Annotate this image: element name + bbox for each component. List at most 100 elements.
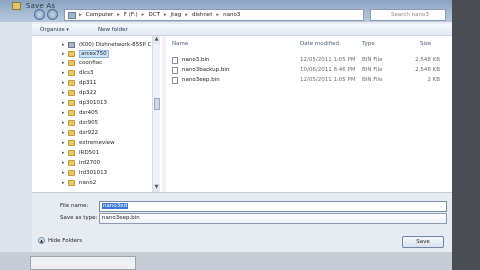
folder-icon (68, 180, 75, 186)
nav-item[interactable]: ▸ dp322 (62, 89, 96, 97)
nav-item[interactable]: ▸ dlcs3 (62, 69, 93, 77)
file-type: BIN File (362, 57, 383, 63)
expand-icon[interactable]: ▸ (62, 100, 65, 106)
new-folder-button[interactable]: New folder (98, 27, 128, 33)
nav-item[interactable]: ▸ extremeview (62, 139, 115, 147)
file-icon (172, 67, 178, 74)
expand-icon[interactable]: ▸ (62, 110, 65, 116)
expand-icon[interactable]: ▸ (62, 130, 65, 136)
drive-icon (68, 42, 75, 48)
expand-icon[interactable]: ▸ (62, 170, 65, 176)
scroll-thumb[interactable] (154, 98, 160, 110)
nav-item[interactable]: ▸ ird2700 (62, 159, 100, 167)
hide-folders-button[interactable]: ▲ Hide Folders (38, 237, 82, 244)
file-row[interactable]: nano3backup.bin 10/06/2011 8:46 PM BIN F… (172, 66, 446, 75)
folder-icon (68, 120, 75, 126)
file-date: 12/05/2011 1:05 PM (300, 57, 356, 63)
nav-item[interactable]: ▸ ird301013 (62, 169, 107, 177)
expand-icon[interactable]: ▸ (62, 140, 65, 146)
file-row[interactable]: nano3eep.bin 12/05/2011 1:05 PM BIN File… (172, 76, 446, 85)
expand-icon[interactable]: ▸ (62, 42, 65, 48)
hide-folders-label: Hide Folders (48, 237, 83, 244)
expand-icon[interactable]: ▸ (62, 90, 65, 96)
saveas-label: Save as type: (60, 215, 98, 221)
folder-icon (68, 90, 75, 96)
file-row[interactable]: nano3.bin 12/05/2011 1:05 PM BIN File 2,… (172, 56, 446, 65)
chevron-up-icon: ▲ (38, 237, 45, 244)
filename-input[interactable]: nano3ed (99, 201, 447, 212)
file-size: 2 KB (427, 77, 440, 83)
folder-icon (68, 160, 75, 166)
organize-button[interactable]: Organize (40, 27, 69, 33)
expand-icon[interactable]: ▸ (62, 180, 65, 186)
nav-item[interactable]: ▸ arcex750 (62, 50, 109, 58)
breadcrumb-segment[interactable]: jtag (171, 12, 182, 18)
column-header-size[interactable]: Size (420, 41, 431, 47)
breadcrumb-segment[interactable]: DCT (148, 12, 159, 18)
nav-item[interactable]: ▸ (K00) Dishnetwork-855P CP (62, 41, 155, 49)
background-window (0, 252, 452, 270)
file-name: nano3eep.bin (182, 77, 220, 83)
folder-icon (68, 51, 75, 57)
folder-icon (68, 100, 75, 106)
dialog-body: ▸ (K00) Dishnetwork-855P CP ▸ arcex750 ▸ co… (32, 36, 452, 192)
nav-item[interactable]: ▸ dp311 (62, 79, 96, 87)
navigation-pane: ▸ (K00) Dishnetwork-855P CP ▸ arcex750 ▸ co… (32, 36, 162, 192)
file-size: 2,548 KB (415, 67, 440, 73)
folder-icon (68, 140, 75, 146)
window-frame-left (0, 22, 32, 252)
expand-icon[interactable]: ▸ (62, 150, 65, 156)
column-header-name[interactable]: Name (172, 41, 188, 47)
expand-icon[interactable]: ▸ (62, 70, 65, 76)
breadcrumb-segment[interactable]: nano3 (223, 12, 240, 18)
filename-value: nano3ed (102, 203, 129, 209)
folder-icon (68, 110, 75, 116)
expand-icon[interactable]: ▸ (62, 51, 65, 57)
search-input[interactable]: Search nano3 (370, 9, 446, 21)
nav-item[interactable]: ▸ dsr905 (62, 119, 98, 127)
column-header-type[interactable]: Type (362, 41, 375, 47)
expand-icon[interactable]: ▸ (62, 160, 65, 166)
address-row: ▸ Computer ▸ F (F:) ▸ DCT ▸ jtag ▸ dishn… (0, 8, 452, 22)
file-name: nano3.bin (182, 57, 210, 63)
save-button[interactable]: Save (402, 236, 444, 248)
nav-item[interactable]: ▸ dsr405 (62, 109, 98, 117)
folder-icon (68, 150, 75, 156)
save-form: File name: nano3ed Save as type: nano3ee… (32, 192, 452, 252)
nav-item[interactable]: ▸ dsr922 (62, 129, 98, 137)
nav-item[interactable]: ▸ dp301013 (62, 99, 107, 107)
background-window-edge (30, 256, 136, 270)
nav-item[interactable]: ▸ IRD501 (62, 149, 99, 157)
address-bar[interactable]: ▸ Computer ▸ F (F:) ▸ DCT ▸ jtag ▸ dishn… (64, 9, 364, 21)
file-type: BIN File (362, 67, 383, 73)
folder-icon (68, 130, 75, 136)
column-header-date[interactable]: Date modified (300, 41, 339, 47)
file-type: BIN File (362, 77, 383, 83)
folder-icon (68, 170, 75, 176)
folder-icon (68, 60, 75, 66)
computer-icon (68, 12, 76, 19)
folder-icon (68, 80, 75, 86)
expand-icon[interactable]: ▸ (62, 60, 65, 66)
breadcrumb-segment[interactable]: F (F:) (124, 12, 138, 18)
scroll-down-icon[interactable]: ▼ (153, 184, 160, 192)
saveas-select[interactable]: nano3eep.bin (99, 213, 447, 224)
scroll-up-icon[interactable]: ▲ (153, 36, 160, 44)
nav-scrollbar[interactable]: ▲ ▼ (152, 36, 160, 192)
nav-item[interactable]: ▸ nano2 (62, 179, 96, 187)
filename-label: File name: (60, 203, 89, 209)
breadcrumb-segment[interactable]: dishnet (192, 12, 212, 18)
file-date: 10/06/2011 8:46 PM (300, 67, 356, 73)
expand-icon[interactable]: ▸ (62, 80, 65, 86)
file-list: Name Date modified Type Size nano3.bin 1… (166, 36, 452, 192)
desktop-background (452, 0, 480, 270)
file-date: 12/05/2011 1:05 PM (300, 77, 356, 83)
toolbar: Organize New folder (32, 24, 452, 36)
forward-button[interactable] (47, 9, 58, 20)
file-icon (172, 57, 178, 64)
breadcrumb-segment[interactable]: Computer (86, 12, 113, 18)
nav-item[interactable]: ▸ coonfiac (62, 59, 102, 67)
back-button[interactable] (34, 9, 45, 20)
expand-icon[interactable]: ▸ (62, 120, 65, 126)
file-size: 2,548 KB (415, 57, 440, 63)
